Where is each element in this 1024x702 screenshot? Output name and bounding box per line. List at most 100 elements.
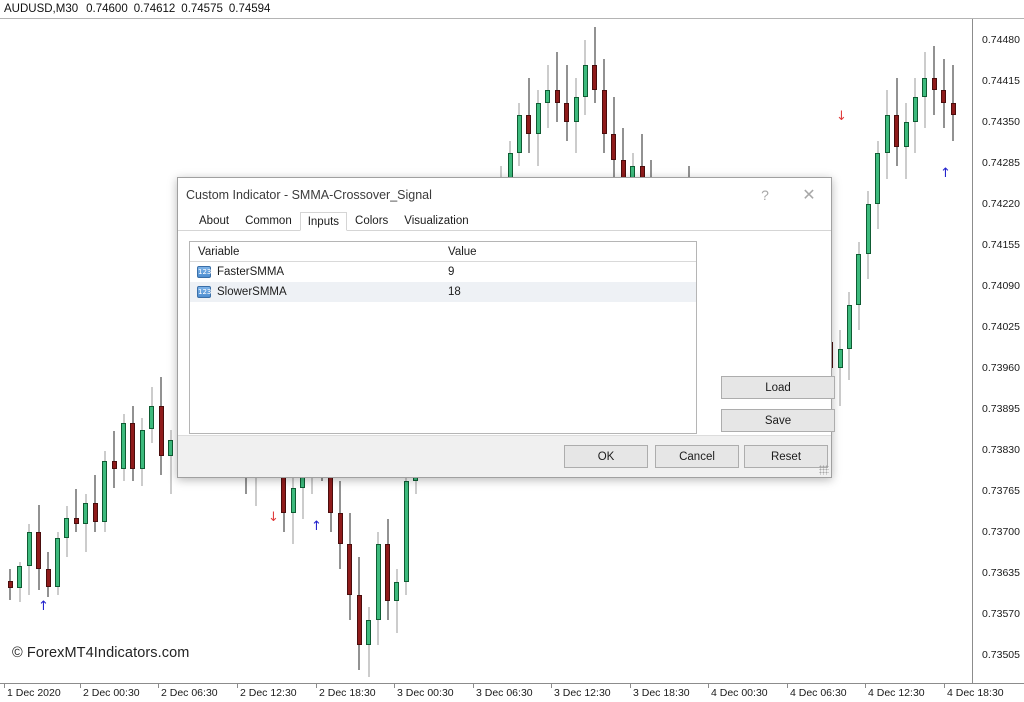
dialog-side-panel: Load Save [697, 241, 820, 435]
load-button[interactable]: Load [721, 376, 835, 399]
price-tick-label: 0.73830 [982, 444, 1020, 456]
candle-body [574, 97, 579, 122]
price-tick-label: 0.73765 [982, 485, 1020, 497]
candle [894, 19, 899, 683]
save-button[interactable]: Save [721, 409, 835, 432]
candle [64, 19, 69, 683]
dialog-title: Custom Indicator - SMMA-Crossover_Signal [186, 188, 432, 202]
price-tick-label: 0.73960 [982, 362, 1020, 374]
candle-body [875, 153, 880, 203]
candle-body [46, 569, 51, 587]
candle [866, 19, 871, 683]
time-tick-notch [394, 684, 395, 688]
symbol-timeframe-label: AUDUSD,M30 [4, 3, 78, 15]
cancel-button[interactable]: Cancel [655, 445, 739, 468]
candle [168, 19, 173, 683]
candle-body [866, 204, 871, 254]
time-tick-label: 4 Dec 12:30 [868, 687, 925, 699]
table-row[interactable]: 123FasterSMMA9 [190, 262, 696, 282]
quote-low: 0.74575 [181, 3, 223, 15]
candle-body [112, 461, 117, 469]
candle-body [93, 503, 98, 521]
candle-body [347, 544, 352, 594]
buy-signal-arrow-icon: ↑ [311, 520, 322, 533]
candle [130, 19, 135, 683]
value-cell[interactable]: 9 [440, 266, 696, 278]
sell-signal-arrow-icon: ↓ [268, 511, 279, 524]
value-cell[interactable]: 18 [440, 286, 696, 298]
column-header-variable: Variable [190, 242, 440, 261]
candle-body [555, 90, 560, 103]
help-icon[interactable]: ? [743, 178, 787, 211]
price-tick-label: 0.74350 [982, 116, 1020, 128]
price-tick-label: 0.74480 [982, 34, 1020, 46]
candle-body [27, 532, 32, 567]
time-tick-label: 3 Dec 12:30 [554, 687, 611, 699]
candle-body [130, 423, 135, 468]
tab-inputs[interactable]: Inputs [300, 212, 347, 231]
time-tick-notch [944, 684, 945, 688]
candle-body [592, 65, 597, 90]
inputs-grid[interactable]: Variable Value 123FasterSMMA9123SlowerSM… [189, 241, 697, 434]
time-tick-label: 4 Dec 00:30 [711, 687, 768, 699]
candle-wick [76, 489, 77, 532]
candle-body [121, 423, 126, 468]
buy-signal-arrow-icon: ↑ [940, 167, 951, 180]
candle [904, 19, 909, 683]
resize-grip-icon[interactable] [819, 465, 829, 475]
time-tick-label: 4 Dec 18:30 [947, 687, 1004, 699]
candle-body [508, 153, 513, 178]
price-tick-label: 0.74415 [982, 75, 1020, 87]
dialog-titlebar[interactable]: Custom Indicator - SMMA-Crossover_Signal… [178, 178, 831, 211]
candle-body [838, 349, 843, 368]
time-tick-label: 2 Dec 06:30 [161, 687, 218, 699]
price-tick-label: 0.73635 [982, 567, 1020, 579]
candle-body [951, 103, 956, 116]
candle-body [904, 122, 909, 147]
price-scale[interactable]: 0.744800.744150.743500.742850.742200.741… [973, 19, 1024, 683]
sell-signal-arrow-icon: ↓ [836, 110, 847, 123]
candle-body [83, 503, 88, 524]
candle [885, 19, 890, 683]
time-tick-notch [787, 684, 788, 688]
candle-body [168, 440, 173, 456]
custom-indicator-dialog: Custom Indicator - SMMA-Crossover_Signal… [177, 177, 832, 478]
tab-about[interactable]: About [191, 211, 237, 230]
time-tick-label: 3 Dec 00:30 [397, 687, 454, 699]
candle [913, 19, 918, 683]
candle-body [140, 430, 145, 469]
tab-colors[interactable]: Colors [347, 211, 396, 230]
price-tick-label: 0.74090 [982, 280, 1020, 292]
candle-body [64, 518, 69, 538]
candle-body [8, 581, 13, 588]
price-tick-label: 0.74155 [982, 239, 1020, 251]
price-tick-label: 0.74220 [982, 198, 1020, 210]
column-header-value: Value [440, 242, 696, 261]
reset-button[interactable]: Reset [744, 445, 828, 468]
tab-visualization[interactable]: Visualization [396, 211, 476, 230]
candle [941, 19, 946, 683]
candle-body [517, 115, 522, 153]
number-badge-icon: 123 [197, 266, 211, 278]
candle [856, 19, 861, 683]
table-row[interactable]: 123SlowerSMMA18 [190, 282, 696, 302]
time-tick-label: 3 Dec 18:30 [633, 687, 690, 699]
dialog-body: Variable Value 123FasterSMMA9123SlowerSM… [178, 231, 831, 435]
tab-common[interactable]: Common [237, 211, 300, 230]
candle-body [932, 78, 937, 91]
candle-body [526, 115, 531, 134]
candle-body [36, 532, 41, 570]
candle [55, 19, 60, 683]
candle-wick [557, 52, 558, 121]
candle-body [913, 97, 918, 122]
candle-body [385, 544, 390, 601]
dialog-tabstrip: AboutCommonInputsColorsVisualization [178, 211, 831, 231]
candle [149, 19, 154, 683]
ok-button[interactable]: OK [564, 445, 648, 468]
number-badge-icon: 123 [197, 286, 211, 298]
time-scale[interactable]: 1 Dec 20202 Dec 00:302 Dec 06:302 Dec 12… [0, 683, 1024, 702]
candle [121, 19, 126, 683]
titlebar-buttons: ? ✕ [743, 178, 831, 211]
time-tick-label: 4 Dec 06:30 [790, 687, 847, 699]
close-icon[interactable]: ✕ [787, 178, 831, 211]
